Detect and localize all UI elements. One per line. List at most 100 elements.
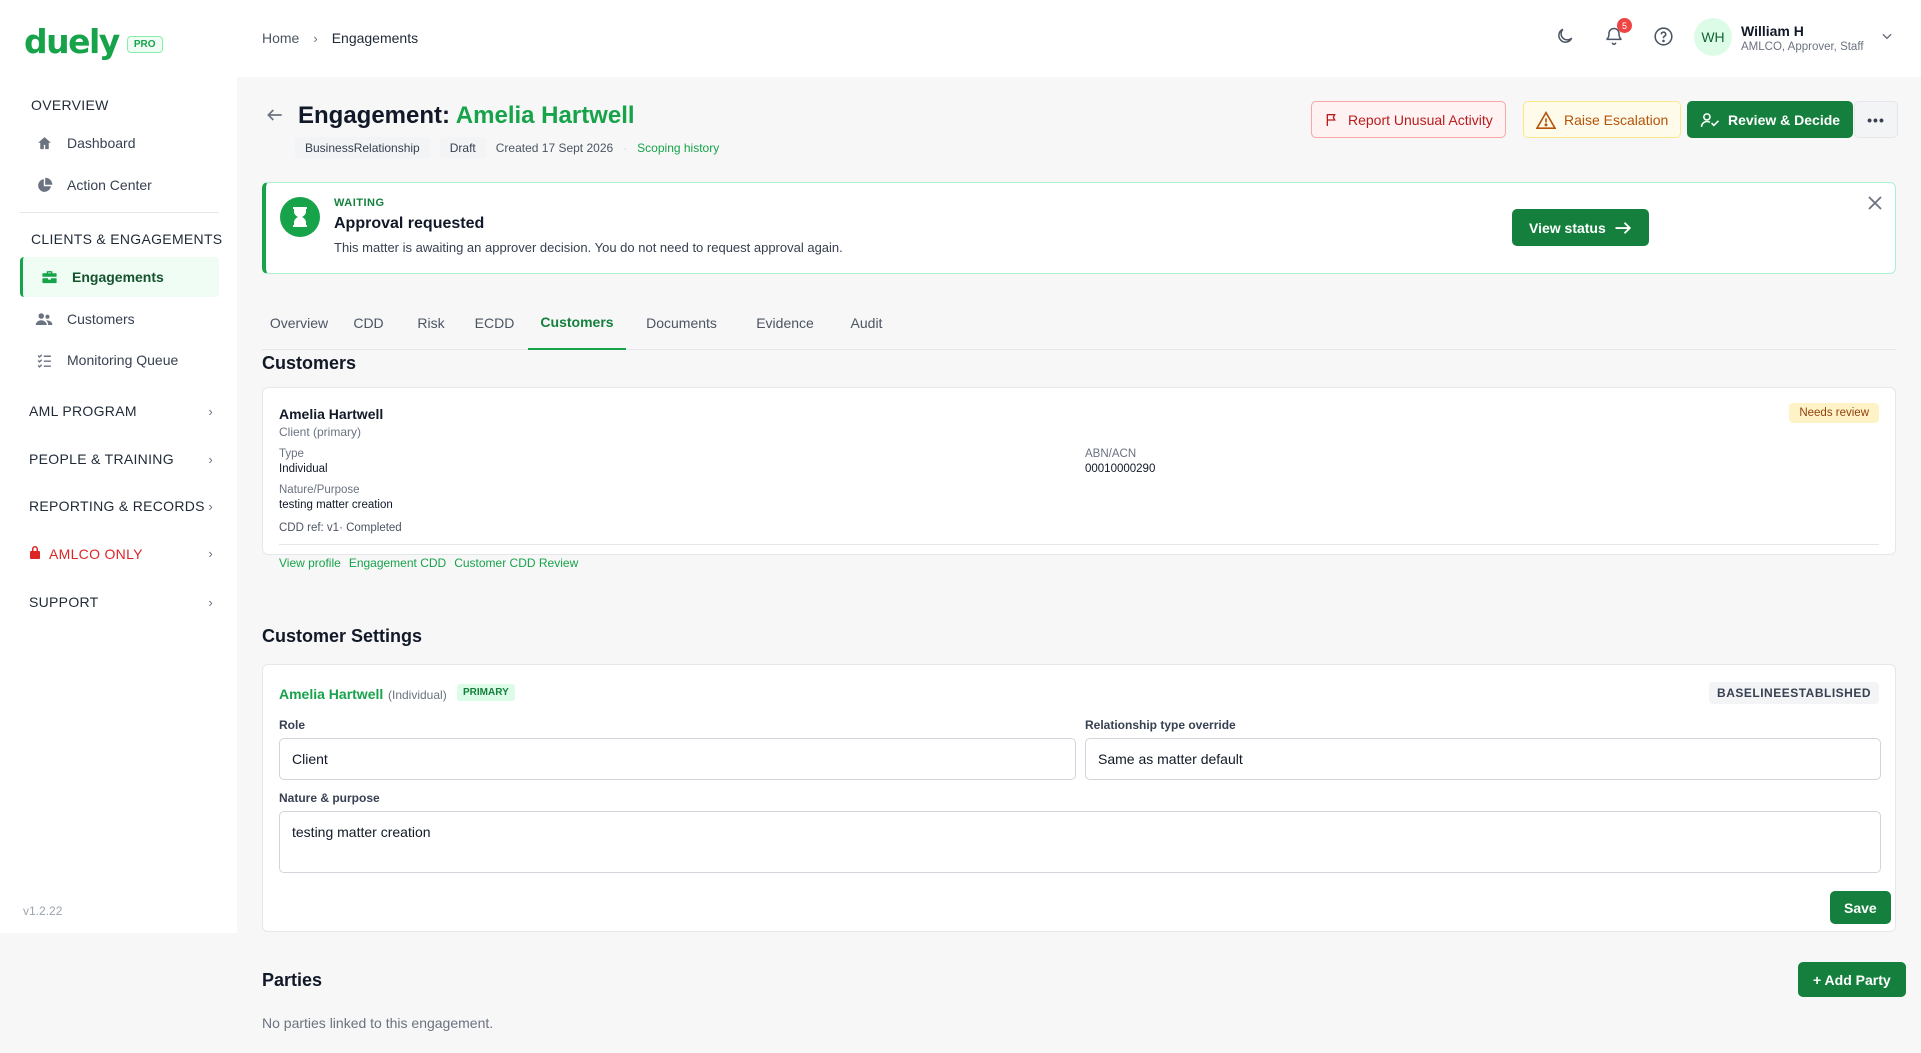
- customers-section-title: Customers: [262, 353, 357, 373]
- users-icon: [35, 310, 53, 328]
- type-label: Type: [279, 448, 304, 460]
- sidebar-item-monitoring-queue[interactable]: Monitoring Queue: [20, 340, 219, 380]
- app-version: v1.2.22: [23, 904, 63, 918]
- chevron-right-icon: ›: [208, 546, 213, 561]
- primary-badge: PRIMARY: [457, 684, 515, 701]
- view-status-label: View status: [1529, 219, 1606, 236]
- dark-mode-icon[interactable]: [1551, 22, 1579, 50]
- parties-empty-state: No parties linked to this engagement.: [262, 1015, 494, 1031]
- sidebar-item-engagements[interactable]: Engagements: [20, 257, 219, 297]
- review-decide-button[interactable]: Review & Decide: [1687, 101, 1854, 138]
- relationship-type-label: Relationship type override: [1085, 718, 1236, 732]
- tab-audit[interactable]: Audit: [833, 296, 900, 350]
- back-arrow-icon[interactable]: [265, 105, 285, 128]
- sidebar-item-customers[interactable]: Customers: [20, 299, 219, 339]
- abn-label: ABN/ACN: [1085, 448, 1137, 460]
- engagement-cdd-link[interactable]: Engagement CDD: [349, 556, 446, 570]
- abn-value: 00010000290: [1085, 463, 1156, 475]
- sidebar-item-dashboard[interactable]: Dashboard: [20, 123, 219, 163]
- user-role: AMLCO, Approver, Staff: [1741, 41, 1864, 53]
- chevron-right-icon: ›: [313, 30, 318, 46]
- chevron-right-icon: ›: [208, 498, 213, 514]
- topbar: Home › Engagements 5 WH William H AMLCO,…: [237, 0, 1921, 77]
- tab-customers[interactable]: Customers: [528, 296, 626, 350]
- review-button-label: Review & Decide: [1728, 111, 1841, 128]
- tab-documents[interactable]: Documents: [626, 296, 737, 350]
- save-button[interactable]: Save: [1830, 891, 1891, 924]
- tab-overview[interactable]: Overview: [262, 296, 336, 350]
- sidebar-group-support[interactable]: SUPPORT ›: [29, 594, 213, 610]
- sidebar-group-label: SUPPORT: [29, 594, 99, 610]
- home-icon: [35, 134, 53, 152]
- nav-heading-overview: OVERVIEW: [31, 97, 109, 113]
- settings-customer-name[interactable]: Amelia Hartwell: [279, 686, 383, 702]
- breadcrumb-home[interactable]: Home: [262, 30, 299, 46]
- tab-evidence[interactable]: Evidence: [737, 296, 833, 350]
- lock-icon: [29, 545, 41, 562]
- help-icon[interactable]: [1649, 22, 1677, 50]
- notifications-button[interactable]: 5: [1600, 18, 1632, 50]
- page-title-client-name: Amelia Hartwell: [455, 102, 635, 129]
- page-title: Engagement: Amelia Hartwell: [298, 102, 635, 130]
- chevron-down-icon[interactable]: [1873, 22, 1901, 50]
- chevron-right-icon: ›: [208, 451, 213, 467]
- avatar[interactable]: WH: [1694, 18, 1732, 56]
- sidebar-item-label: Dashboard: [67, 135, 136, 151]
- sidebar-group-label: AMLCO ONLY: [49, 545, 143, 562]
- role-value: Client: [292, 751, 328, 767]
- card-divider: [279, 544, 1879, 545]
- close-icon[interactable]: [1867, 195, 1883, 216]
- sidebar-group-reporting-records[interactable]: REPORTING & RECORDS ›: [29, 498, 213, 514]
- customer-settings-card: Amelia Hartwell (Individual) PRIMARY BAS…: [262, 664, 1896, 932]
- role-field[interactable]: Client: [279, 738, 1076, 780]
- tab-ecdd[interactable]: ECDD: [461, 296, 528, 350]
- tab-cdd[interactable]: CDD: [336, 296, 401, 350]
- sidebar-group-label: AML PROGRAM: [29, 403, 137, 419]
- raise-escalation-button[interactable]: Raise Escalation: [1523, 101, 1682, 138]
- banner-title: Approval requested: [334, 215, 485, 232]
- created-date: Created 17 Sept 2026: [495, 141, 614, 155]
- report-button-label: Report Unusual Activity: [1348, 111, 1493, 128]
- sidebar-group-label: REPORTING & RECORDS: [29, 498, 205, 514]
- warning-icon: [1536, 110, 1556, 129]
- breadcrumb: Home › Engagements: [262, 30, 418, 46]
- list-check-icon: [35, 351, 53, 369]
- chevron-right-icon: ›: [208, 594, 213, 610]
- nature-purpose-textarea[interactable]: testing matter creation: [279, 811, 1881, 873]
- user-name: William H: [1741, 23, 1804, 39]
- role-label: Role: [279, 718, 306, 732]
- flag-icon: [1326, 113, 1336, 126]
- relationship-type-select[interactable]: Same as matter default: [1085, 738, 1881, 780]
- sidebar-item-label: Monitoring Queue: [67, 352, 179, 368]
- status-chip: Draft: [439, 137, 486, 159]
- hourglass-icon: [280, 197, 320, 237]
- sidebar-group-people-training[interactable]: PEOPLE & TRAINING ›: [29, 451, 213, 467]
- cdd-reference: CDD ref: v1· Completed: [279, 522, 402, 534]
- relationship-type-chip: BusinessRelationship: [295, 137, 430, 159]
- sidebar-item-action-center[interactable]: Action Center: [20, 165, 219, 205]
- customer-name: Amelia Hartwell: [279, 406, 384, 422]
- settings-customer-type: (Individual): [388, 688, 447, 702]
- nature-value: testing matter creation: [279, 499, 393, 511]
- pro-badge: PRO: [126, 36, 163, 53]
- engagement-tabs: Overview CDD Risk ECDD Customers Documen…: [262, 296, 1896, 350]
- sidebar-item-label: Customers: [67, 311, 135, 327]
- report-unusual-activity-button[interactable]: Report Unusual Activity: [1311, 101, 1506, 138]
- sidebar-item-label: Engagements: [72, 269, 164, 285]
- more-actions-button[interactable]: •••: [1854, 101, 1898, 138]
- view-status-button[interactable]: View status: [1512, 209, 1649, 246]
- sidebar-group-amlco-only[interactable]: AMLCO ONLY ›: [29, 545, 213, 562]
- add-party-button[interactable]: + Add Party: [1798, 962, 1906, 997]
- type-value: Individual: [279, 463, 328, 475]
- sidebar-group-aml-program[interactable]: AML PROGRAM ›: [29, 403, 213, 419]
- arrow-right-icon: [1615, 221, 1631, 234]
- logo[interactable]: duely PRO: [24, 22, 163, 61]
- tab-risk[interactable]: Risk: [401, 296, 461, 350]
- meta-separator: ·: [623, 141, 628, 155]
- customer-cdd-review-link[interactable]: Customer CDD Review: [454, 556, 578, 570]
- baseline-badge: BASELINEESTABLISHED: [1709, 682, 1879, 704]
- scoping-history-link[interactable]: Scoping history: [637, 141, 719, 155]
- view-profile-link[interactable]: View profile: [279, 556, 341, 570]
- banner-status-tag: WAITING: [334, 197, 385, 209]
- nature-purpose-label: Nature & purpose: [279, 791, 380, 805]
